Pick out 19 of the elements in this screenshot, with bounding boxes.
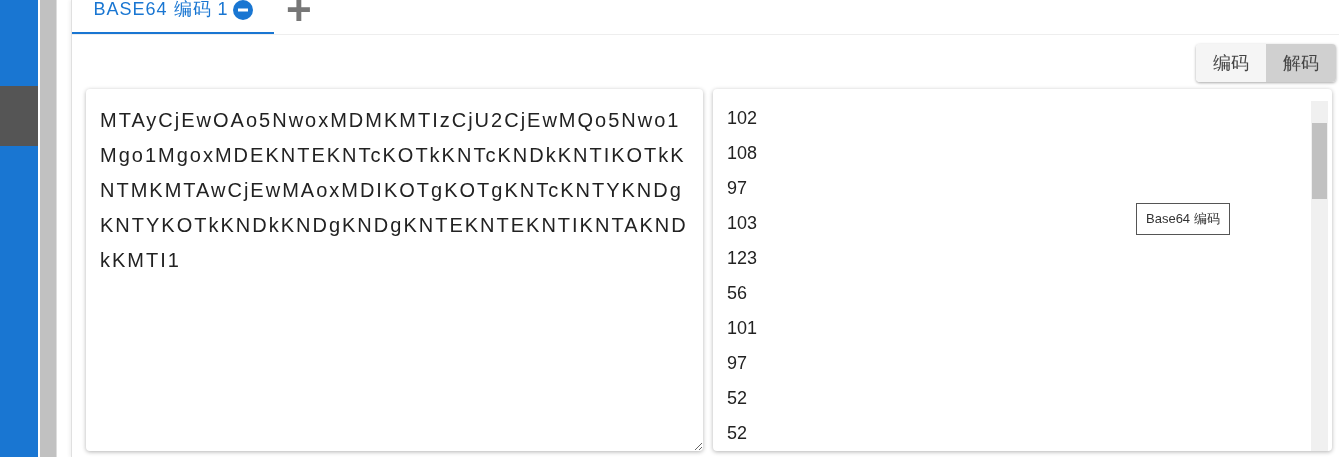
- output-line: 108: [727, 142, 758, 165]
- output-line: 52: [727, 387, 748, 410]
- output-line: 102: [727, 107, 758, 130]
- output-line: 103: [727, 212, 758, 235]
- output-line: 56: [727, 282, 748, 305]
- tab[interactable]: BASE64 编码 1: [72, 0, 274, 34]
- output-line: 52: [727, 422, 748, 445]
- scrollbar[interactable]: [1311, 101, 1328, 451]
- input-field[interactable]: MTAyCjEwOAo5NwoxMDMKMTIzCjU2CjEwMQo5Nwo1Mgo1MgoxMDEKNTEKNTcKOTkKNTcKNDkKNTIKOTkKNTMKMTAwCjEwMAoxMDIKOTgKOTgKNTcKNTYKNDgKNTYKOTkKNDkKNDgKNDgKNTEKNTEKNTIKNTAKNDkKMTI1: [86, 89, 703, 451]
- output-line: 123: [727, 247, 758, 270]
- output-line: 101: [727, 317, 758, 340]
- output-line: 97: [727, 177, 748, 200]
- output-line: 97: [727, 352, 748, 375]
- sidebar-item[interactable]: [0, 86, 38, 146]
- mode-button[interactable]: 编码: [1196, 44, 1266, 82]
- scrollbar[interactable]: [40, 0, 57, 457]
- tooltip: Base64 编码: [1136, 203, 1230, 235]
- mode-button[interactable]: 解码: [1266, 44, 1336, 82]
- close-icon[interactable]: [232, 0, 253, 20]
